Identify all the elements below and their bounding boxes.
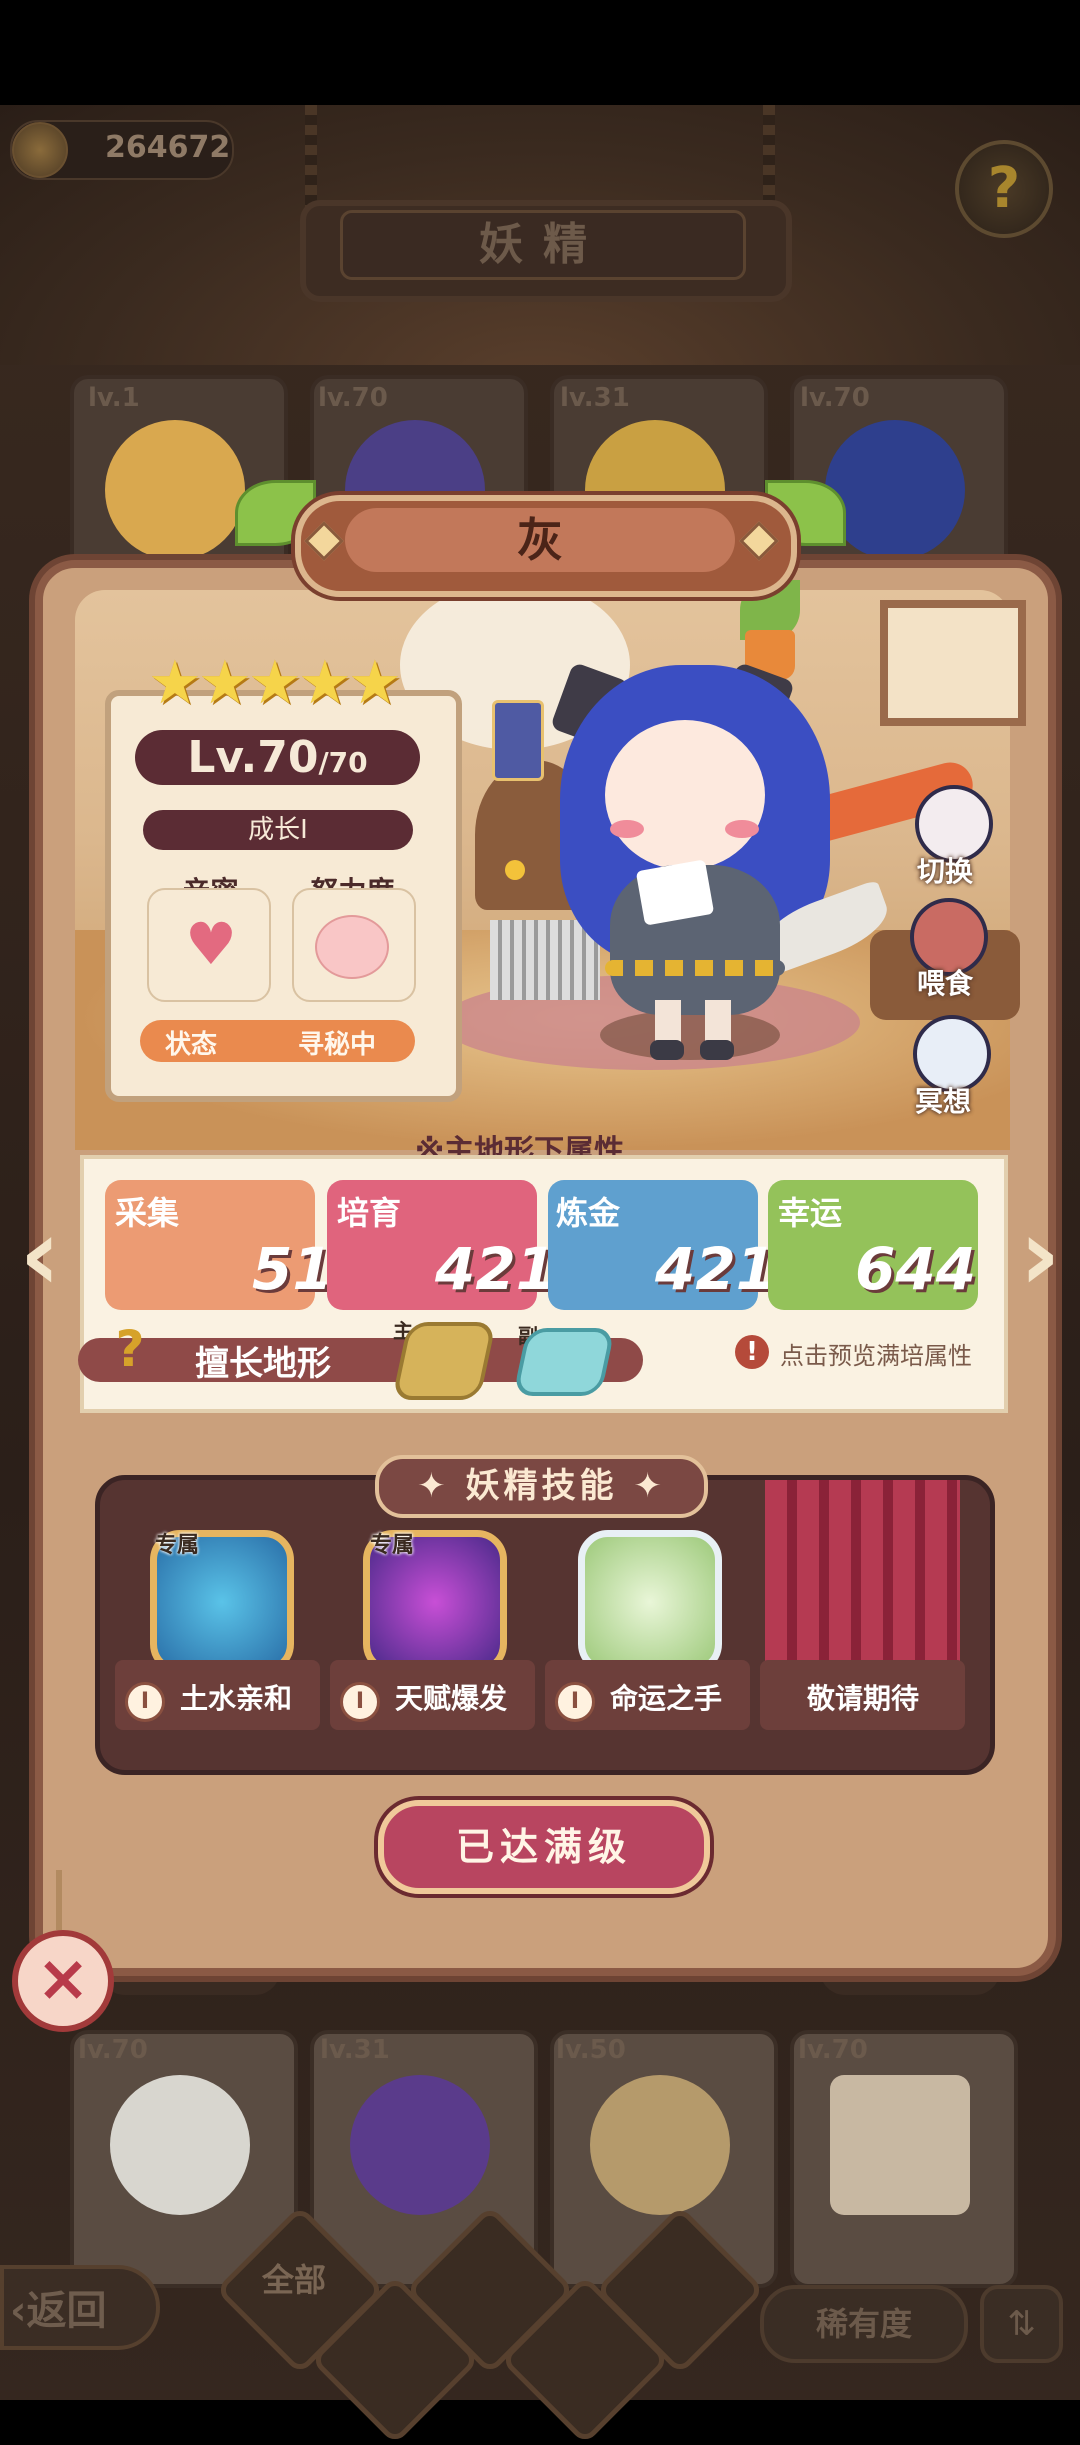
character-shoe	[650, 1040, 684, 1060]
fairy-portrait	[350, 2075, 490, 2215]
coin-icon	[12, 122, 68, 178]
max-level-button[interactable]: 已达满级	[378, 1800, 710, 1894]
dress-trim	[605, 960, 785, 976]
prev-fairy-arrow-icon[interactable]: ‹	[5, 1190, 75, 1320]
level-value: Lv.70	[187, 732, 319, 783]
close-chain	[56, 1870, 62, 1930]
fairy-portrait	[825, 420, 965, 560]
pet-eye	[505, 860, 525, 880]
back-label: 返回	[26, 2288, 107, 2334]
card-level: lv.1	[88, 383, 140, 413]
next-fairy-arrow-icon[interactable]: ›	[1005, 1190, 1075, 1320]
warning-icon: !	[735, 1335, 769, 1369]
skill-name: 天赋爆发	[395, 1682, 508, 1715]
card-level: lv.50	[556, 2035, 626, 2065]
skill-level-badge: I	[555, 1682, 595, 1722]
rope	[763, 105, 775, 215]
sprout-icon: ?	[115, 1320, 145, 1378]
filter-all-label: 全部	[262, 2261, 327, 2299]
rarity-sort-button[interactable]: 稀有度	[760, 2285, 968, 2363]
skill-level-badge: I	[125, 1682, 165, 1722]
level-badge: Lv.70/70	[135, 730, 420, 785]
exclusive-tag: 专属	[155, 1533, 200, 1558]
character-blush	[610, 820, 644, 838]
fairy-portrait	[830, 2075, 970, 2215]
heart-icon: ♥	[185, 910, 237, 978]
character-shoe	[700, 1040, 734, 1060]
skill-name: 土水亲和	[180, 1682, 293, 1715]
skills-title: ✦ 妖精技能 ✦	[375, 1455, 708, 1518]
character-blush	[725, 820, 759, 838]
exclusive-tag: 专属	[370, 1533, 415, 1558]
back-button[interactable]: ‹返回	[0, 2265, 160, 2350]
attr-alchemy-label: 炼金	[556, 1194, 621, 1232]
attr-luck-value: 644	[855, 1235, 977, 1303]
attr-gather-value: 51	[252, 1235, 333, 1303]
fairy-portrait	[590, 2075, 730, 2215]
help-icon[interactable]: ?	[955, 140, 1053, 238]
status-label: 状态	[165, 1030, 218, 1060]
skills-title-text: 妖精技能	[465, 1466, 618, 1506]
star-icon: ★	[298, 648, 352, 718]
character-face	[605, 720, 765, 870]
coin-amount: 264672	[105, 130, 231, 165]
skill-name: 命运之手	[610, 1682, 723, 1715]
decor-window	[880, 600, 1026, 726]
fairy-portrait	[105, 420, 245, 560]
terrain-label: 擅长地形	[195, 1344, 331, 1384]
character-shadow	[600, 1010, 780, 1060]
card-level: lv.31	[560, 383, 630, 413]
curtain-icon	[765, 1480, 960, 1685]
smile-face-icon	[315, 915, 389, 979]
fairy-portrait	[110, 2075, 250, 2215]
attr-luck-label: 幸运	[778, 1194, 843, 1232]
attr-nurture-value: 421	[435, 1235, 557, 1303]
level-max: /70	[318, 746, 368, 779]
card-level: lv.70	[798, 2035, 868, 2065]
pet-comb	[490, 920, 600, 1000]
back-arrow-icon: ‹	[10, 2288, 27, 2334]
preview-max-link[interactable]: 点击预览满培属性	[780, 1336, 972, 1371]
rope	[305, 105, 317, 215]
switch-label: 切换	[917, 855, 974, 888]
sub-terrain-icon[interactable]	[512, 1328, 616, 1396]
skill-level-badge: I	[340, 1682, 380, 1722]
magic-book-icon	[492, 700, 544, 781]
star-icon: ★	[348, 648, 402, 718]
skill-name: 敬请期待	[807, 1682, 920, 1715]
card-level: lv.31	[320, 2035, 390, 2065]
page-title: 妖精	[340, 210, 746, 280]
card-level: lv.70	[800, 383, 870, 413]
close-icon[interactable]: ×	[12, 1930, 114, 2032]
clover-icon[interactable]	[578, 1530, 722, 1674]
meditate-label: 冥想	[915, 1085, 972, 1118]
growth-badge: 成长I	[143, 810, 413, 850]
star-icon: ★	[248, 648, 302, 718]
attr-gather-label: 采集	[115, 1194, 180, 1232]
fairy-name: 灰	[345, 508, 735, 572]
status-value: 寻秘中	[298, 1030, 377, 1060]
feed-label: 喂食	[917, 967, 974, 1000]
star-icon: ★	[148, 648, 202, 718]
card-level: lv.70	[318, 383, 388, 413]
attr-alchemy-value: 421	[655, 1235, 777, 1303]
card-level: lv.70	[78, 2035, 148, 2065]
star-icon: ★	[198, 648, 252, 718]
attr-nurture-label: 培育	[337, 1194, 402, 1232]
sort-order-icon[interactable]: ⇅	[980, 2285, 1063, 2363]
